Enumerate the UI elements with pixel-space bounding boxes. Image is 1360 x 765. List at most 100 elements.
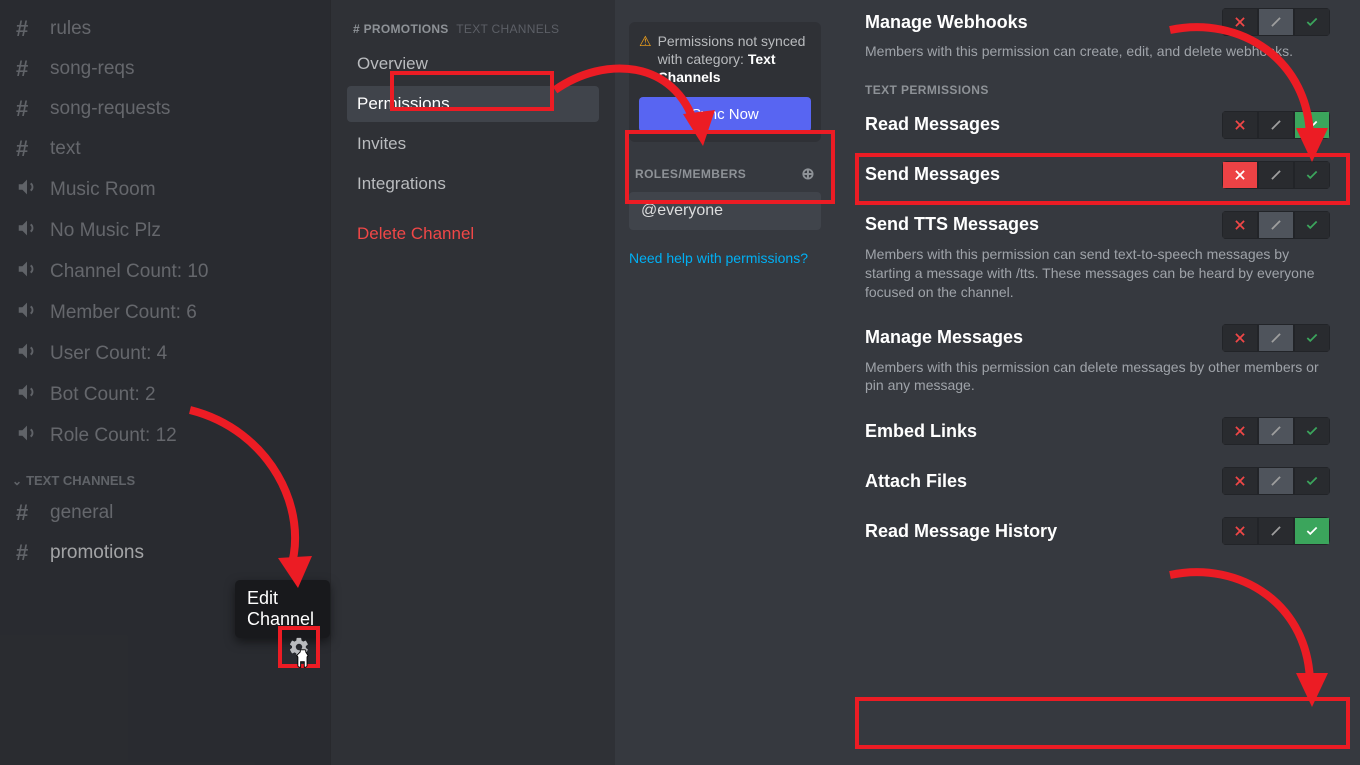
permission-toggle[interactable] xyxy=(1222,467,1330,495)
settings-category-label: # PROMOTIONS TEXT CHANNELS xyxy=(353,22,593,36)
perm-manage: Manage Messages Members with this permis… xyxy=(865,324,1330,396)
speaker-icon xyxy=(16,258,40,285)
channel-label: promotions xyxy=(50,542,144,564)
perm-neutral-button[interactable] xyxy=(1258,324,1294,352)
channel-label: song-reqs xyxy=(50,58,135,80)
perm-manage-desc: Members with this permission can delete … xyxy=(865,358,1325,396)
perm-manage-webhooks-desc: Members with this permission can create,… xyxy=(865,42,1325,61)
hash-icon xyxy=(16,540,40,566)
perm-neutral-button[interactable] xyxy=(1258,517,1294,545)
permission-toggle[interactable] xyxy=(1222,417,1330,445)
perm-allow-button[interactable] xyxy=(1294,417,1330,445)
roles-panel: ⚠ Permissions not synced with category: … xyxy=(615,0,835,765)
channel-user-count-4[interactable]: User Count: 4 xyxy=(8,334,322,373)
perm-history: Read Message History xyxy=(865,517,1330,545)
perm-attach: Attach Files xyxy=(865,467,1330,495)
nav-integrations[interactable]: Integrations xyxy=(347,166,599,202)
perm-deny-button[interactable] xyxy=(1222,417,1258,445)
channel-no-music-plz[interactable]: No Music Plz xyxy=(8,211,322,250)
perm-neutral-button[interactable] xyxy=(1258,417,1294,445)
perm-read-label: Read Messages xyxy=(865,114,1000,135)
roles-header-label: ROLES/MEMBERS xyxy=(635,167,746,181)
channel-label: Bot Count: 2 xyxy=(50,384,156,406)
perm-embed-label: Embed Links xyxy=(865,421,977,442)
perm-neutral-button[interactable] xyxy=(1258,467,1294,495)
nav-invites[interactable]: Invites xyxy=(347,126,599,162)
speaker-icon xyxy=(16,381,40,408)
channel-label: Music Room xyxy=(50,179,156,201)
perm-allow-button[interactable] xyxy=(1294,111,1330,139)
channel-general[interactable]: general xyxy=(8,494,322,532)
speaker-icon xyxy=(16,176,40,203)
speaker-icon xyxy=(16,340,40,367)
perm-send-label: Send Messages xyxy=(865,164,1000,185)
nav-permissions[interactable]: Permissions xyxy=(347,86,599,122)
channel-member-count-6[interactable]: Member Count: 6 xyxy=(8,293,322,332)
permission-toggle[interactable] xyxy=(1222,324,1330,352)
perm-deny-button[interactable] xyxy=(1222,517,1258,545)
channel-bot-count-2[interactable]: Bot Count: 2 xyxy=(8,375,322,414)
perm-allow-button[interactable] xyxy=(1294,467,1330,495)
perm-tts: Send TTS Messages Members with this perm… xyxy=(865,211,1330,302)
perm-neutral-button[interactable] xyxy=(1258,211,1294,239)
permission-toggle[interactable] xyxy=(1222,111,1330,139)
channel-rules[interactable]: rules xyxy=(8,10,322,48)
perm-manage-label: Manage Messages xyxy=(865,327,1023,348)
perm-neutral-button[interactable] xyxy=(1258,161,1294,189)
perm-read: Read Messages xyxy=(865,111,1330,139)
perm-allow-button[interactable] xyxy=(1294,8,1330,36)
perm-deny-button[interactable] xyxy=(1222,8,1258,36)
channel-promotions[interactable]: promotions xyxy=(8,534,322,572)
channel-role-count-12[interactable]: Role Count: 12 xyxy=(8,416,322,455)
channel-label: Channel Count: 10 xyxy=(50,261,208,283)
speaker-icon xyxy=(16,217,40,244)
nav-delete-channel[interactable]: Delete Channel xyxy=(347,216,599,252)
permission-toggle[interactable] xyxy=(1222,517,1330,545)
perm-allow-button[interactable] xyxy=(1294,324,1330,352)
speaker-icon xyxy=(16,422,40,449)
perm-neutral-button[interactable] xyxy=(1258,8,1294,36)
channel-label: general xyxy=(50,502,113,524)
hash-icon xyxy=(16,56,40,82)
channel-music-room[interactable]: Music Room xyxy=(8,170,322,209)
permission-toggle[interactable] xyxy=(1222,211,1330,239)
hash-icon xyxy=(16,96,40,122)
perm-manage-webhooks-label: Manage Webhooks xyxy=(865,12,1028,33)
perm-deny-button[interactable] xyxy=(1222,467,1258,495)
permission-toggle[interactable] xyxy=(1222,8,1330,36)
role-everyone[interactable]: @everyone xyxy=(629,192,821,230)
channel-sidebar: rules song-reqs song-requests text Music… xyxy=(0,0,330,765)
sync-notice: ⚠ Permissions not synced with category: … xyxy=(629,22,821,142)
channel-label: rules xyxy=(50,18,91,40)
channel-label: Member Count: 6 xyxy=(50,302,197,324)
sync-now-button[interactable]: Sync Now xyxy=(639,97,811,132)
perm-allow-button[interactable] xyxy=(1294,161,1330,189)
perm-neutral-button[interactable] xyxy=(1258,111,1294,139)
perm-embed: Embed Links xyxy=(865,417,1330,445)
channel-category[interactable]: Text Channels xyxy=(8,457,322,494)
permission-toggle[interactable] xyxy=(1222,161,1330,189)
channel-song-requests[interactable]: song-requests xyxy=(8,90,322,128)
permissions-help-link[interactable]: Need help with permissions? xyxy=(629,250,821,266)
warning-icon: ⚠ xyxy=(639,32,652,50)
channel-settings-button[interactable] xyxy=(278,626,320,668)
text-permissions-section-label: TEXT PERMISSIONS xyxy=(865,83,1330,97)
nav-overview[interactable]: Overview xyxy=(347,46,599,82)
hash-icon xyxy=(16,16,40,42)
perm-history-label: Read Message History xyxy=(865,521,1057,542)
perm-tts-desc: Members with this permission can send te… xyxy=(865,245,1325,302)
perm-deny-button[interactable] xyxy=(1222,211,1258,239)
hash-icon xyxy=(16,136,40,162)
perm-send: Send Messages xyxy=(865,161,1330,189)
channel-text[interactable]: text xyxy=(8,130,322,168)
channel-channel-count-10[interactable]: Channel Count: 10 xyxy=(8,252,322,291)
perm-deny-button[interactable] xyxy=(1222,111,1258,139)
perm-tts-label: Send TTS Messages xyxy=(865,214,1039,235)
add-role-button[interactable]: ⊕ xyxy=(801,164,815,184)
perm-deny-button[interactable] xyxy=(1222,324,1258,352)
perm-allow-button[interactable] xyxy=(1294,517,1330,545)
perm-allow-button[interactable] xyxy=(1294,211,1330,239)
channel-song-reqs[interactable]: song-reqs xyxy=(8,50,322,88)
perm-deny-button[interactable] xyxy=(1222,161,1258,189)
channel-label: User Count: 4 xyxy=(50,343,167,365)
